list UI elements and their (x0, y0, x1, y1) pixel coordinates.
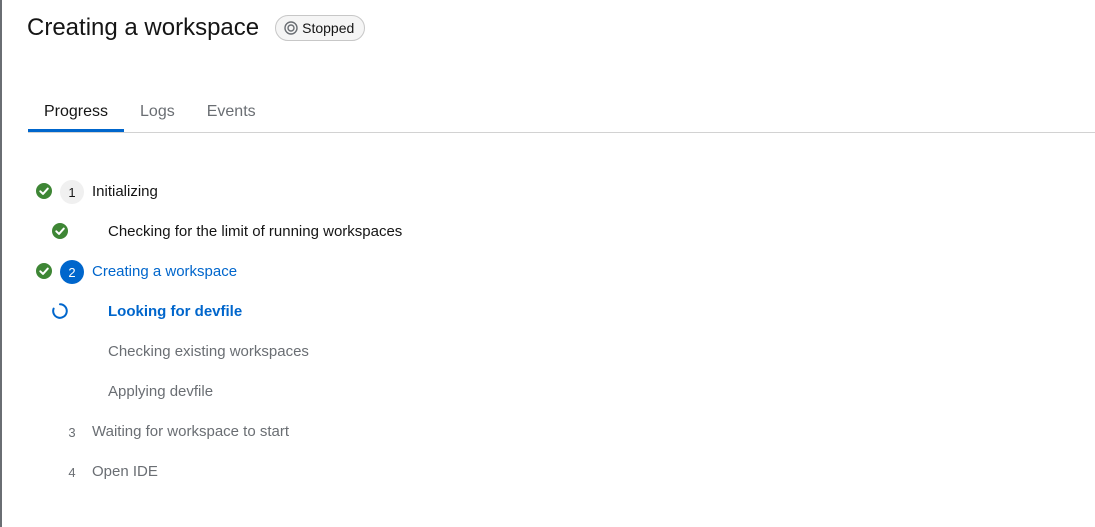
page-header: Creating a workspace Stopped (27, 12, 366, 44)
tab-events[interactable]: Events (191, 94, 272, 131)
step-label: Open IDE (92, 463, 158, 480)
tab-progress[interactable]: Progress (28, 94, 125, 132)
step-label: Creating a workspace (92, 263, 238, 280)
substep-label: Checking existing workspaces (108, 343, 309, 360)
check-circle-icon (36, 263, 52, 279)
substep-looking-for-devfile: Looking for devfile (2, 292, 1095, 332)
step-initializing: 1 Initializing (2, 172, 1095, 212)
step-label: Initializing (92, 183, 158, 200)
substep-applying-devfile: Applying devfile (2, 372, 1095, 412)
page-title: Creating a workspace (27, 14, 260, 41)
step-number: 2 (60, 260, 84, 284)
step-label: Waiting for workspace to start (92, 423, 290, 440)
substep-label: Looking for devfile (108, 303, 243, 320)
status-badge-label: Stopped (302, 20, 355, 36)
step-creating-workspace: 2 Creating a workspace (2, 252, 1095, 292)
tab-bar: Progress Logs Events (28, 94, 1095, 133)
step-open-ide: 4 Open IDE (2, 452, 1095, 492)
step-number: 3 (68, 424, 76, 440)
substep-checking-existing-workspaces: Checking existing workspaces (2, 332, 1095, 372)
substep-check-limit: Checking for the limit of running worksp… (2, 212, 1095, 252)
status-badge: Stopped (275, 15, 366, 41)
stopped-icon (284, 21, 298, 35)
tab-logs[interactable]: Logs (124, 94, 191, 131)
step-number: 4 (68, 464, 76, 480)
spinner-icon (52, 303, 68, 319)
substep-label: Checking for the limit of running worksp… (108, 223, 403, 240)
step-number: 1 (60, 180, 84, 204)
substep-label: Applying devfile (108, 383, 214, 400)
check-circle-icon (52, 223, 68, 239)
step-waiting-for-start: 3 Waiting for workspace to start (2, 412, 1095, 452)
page-frame: Creating a workspace Stopped Progress Lo… (0, 0, 1095, 527)
check-circle-icon (36, 183, 52, 199)
